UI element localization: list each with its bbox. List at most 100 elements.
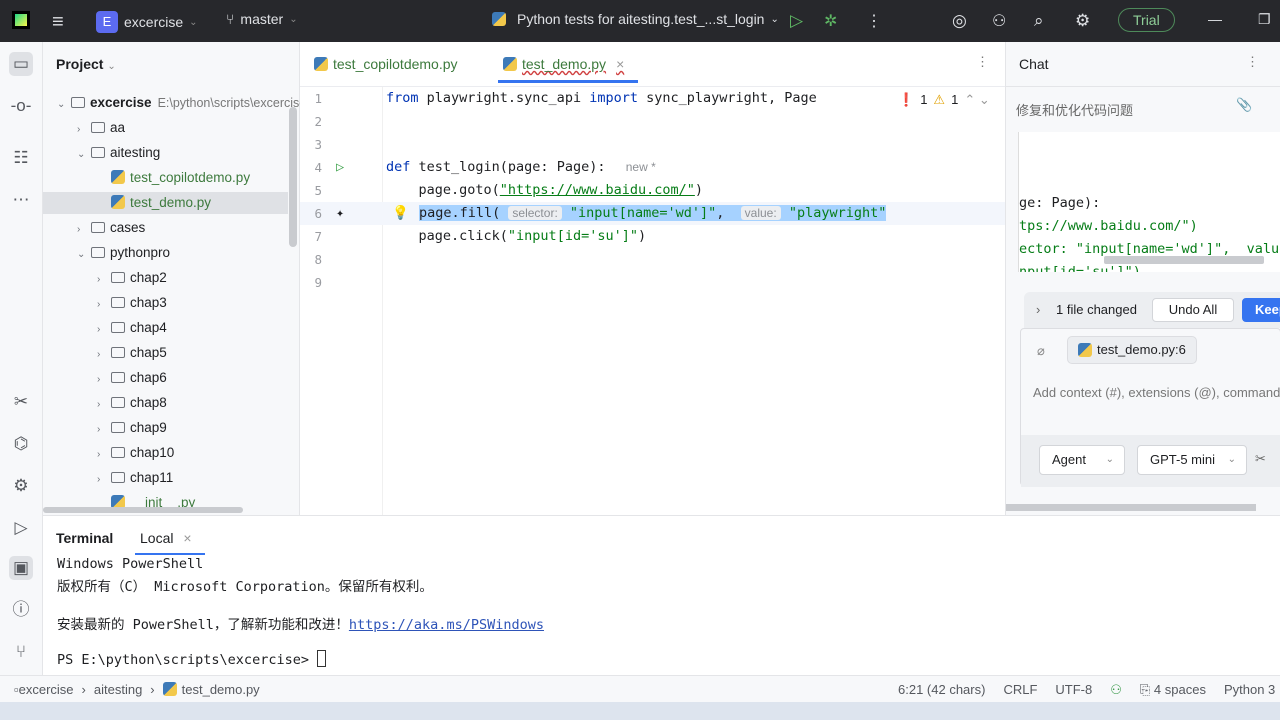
bulb-icon[interactable]: 💡 (392, 202, 409, 225)
tree-item[interactable]: › chap8 (43, 392, 288, 414)
code-line[interactable]: 2 (300, 110, 1005, 133)
minimize-button[interactable]: — (1208, 11, 1222, 27)
project-selector[interactable]: Eexcercise ⌄ (96, 11, 198, 33)
mode-select[interactable]: Agent ⌄ (1039, 445, 1125, 475)
paperclip-icon[interactable]: ⌀ (1037, 343, 1045, 359)
chevron-icon[interactable]: › (97, 419, 111, 441)
preview-scrollbar[interactable] (1104, 256, 1264, 264)
code-line[interactable]: 7 page.click("input[id='su']") (300, 225, 1005, 248)
interpreter[interactable]: Python 3 (1224, 682, 1275, 698)
chevron-icon[interactable]: › (97, 269, 111, 291)
chevron-icon[interactable]: › (77, 119, 91, 141)
tree-item[interactable]: › chap4 (43, 317, 288, 339)
structure-icon[interactable]: ☷ (9, 146, 33, 170)
chevron-icon[interactable]: › (97, 394, 111, 416)
chevron-icon[interactable]: › (97, 369, 111, 391)
attach-icon[interactable]: 📎 (1236, 97, 1252, 113)
trial-button[interactable]: Trial (1118, 8, 1175, 32)
tools-icon[interactable]: ✂ (1255, 451, 1266, 467)
chat-input-box[interactable]: ⌀ test_demo.py:6 Add context (#), extens… (1020, 328, 1280, 487)
tree-item[interactable]: test_copilotdemo.py (43, 167, 288, 189)
tree-item[interactable]: › chap2 (43, 267, 288, 289)
tree-item[interactable]: test_demo.py (43, 192, 288, 214)
chevron-icon[interactable]: ⌄ (77, 144, 91, 166)
ai-assistant-icon[interactable]: ◎ (952, 11, 967, 31)
close-icon[interactable]: × (183, 530, 191, 546)
terminal-link[interactable]: https://aka.ms/PSWindows (349, 617, 544, 633)
tree-scrollbar[interactable] (289, 107, 297, 247)
chevron-icon[interactable]: ⌄ (57, 94, 71, 116)
problems-icon[interactable]: ⓘ (9, 598, 33, 622)
chevron-icon[interactable]: › (97, 294, 111, 316)
expand-icon[interactable]: › (1036, 302, 1040, 317)
chevron-icon[interactable]: › (97, 319, 111, 341)
ai-sparkle-icon[interactable]: ✦ (336, 202, 344, 225)
code-line[interactable]: 4 ▷ def test_login(page: Page): new * (300, 156, 1005, 179)
keep-button[interactable]: Keep (1242, 298, 1280, 322)
tree-item[interactable]: › chap11 (43, 467, 288, 489)
tree-item[interactable]: › chap10 (43, 442, 288, 464)
code-line[interactable]: 3 (300, 133, 1005, 156)
files-changed-label[interactable]: 1 file changed (1056, 302, 1137, 317)
more-tools-icon[interactable]: ⋯ (9, 188, 33, 212)
close-icon[interactable]: × (616, 56, 624, 72)
code-line[interactable]: 1 from playwright.sync_api import sync_pl… (300, 87, 1005, 110)
terminal-prompt[interactable]: PS E:\python\scripts\excercise> (57, 650, 327, 668)
tab-test-demo[interactable]: test_demo.py × (503, 56, 624, 72)
tree-item[interactable]: › chap3 (43, 292, 288, 314)
context-file-chip[interactable]: test_demo.py:6 (1067, 336, 1197, 364)
chevron-icon[interactable]: › (97, 469, 111, 491)
file-encoding[interactable]: UTF-8 (1055, 682, 1092, 698)
run-gutter-icon[interactable]: ▷ (336, 156, 344, 179)
code-line[interactable]: 5 page.goto("https://www.baidu.com/") (300, 179, 1005, 202)
code-line-current[interactable]: 6 ✦ 💡 page.fill( selector: "input[name='wd'… (300, 202, 1005, 225)
build-tools-icon[interactable]: ✂ (9, 390, 33, 414)
chevron-icon[interactable]: ⌄ (77, 244, 91, 266)
tree-item[interactable]: › chap5 (43, 342, 288, 364)
tree-hscrollbar[interactable] (43, 507, 243, 513)
chevron-icon[interactable]: › (97, 344, 111, 366)
main-menu-icon[interactable]: ≡ (52, 11, 64, 34)
more-icon[interactable]: ⋮ (866, 11, 882, 31)
tree-item[interactable]: › chap6 (43, 367, 288, 389)
add-user-icon[interactable]: ⚇ (992, 11, 1006, 31)
indent-setting[interactable]: ⎘ 4 spaces (1140, 682, 1206, 698)
tree-item[interactable]: ⌄ aitesting (43, 142, 288, 164)
restore-button[interactable]: ❐ (1258, 11, 1271, 28)
tab-local[interactable]: Local × (140, 530, 192, 546)
run-config-selector[interactable]: Python tests for aitesting.test_...st_lo… (492, 11, 779, 27)
chevron-icon[interactable]: › (77, 219, 91, 241)
vcs-status-icon[interactable]: ⚇ (1110, 682, 1122, 698)
tree-item[interactable]: › aa (43, 117, 288, 139)
code-line[interactable]: 8 (300, 248, 1005, 271)
run-tool-icon[interactable]: ▷ (9, 516, 33, 540)
chat-input-placeholder[interactable]: Add context (#), extensions (@), command… (1033, 385, 1280, 400)
code-line[interactable]: 9 (300, 271, 1005, 294)
branch-selector[interactable]: ⑂ master ⌄ (226, 11, 298, 27)
run-icon[interactable]: ▷ (790, 11, 803, 31)
undo-all-button[interactable]: Undo All (1152, 298, 1234, 322)
crumb[interactable]: aitesting (94, 682, 142, 697)
tab-test-copilotdemo[interactable]: test_copilotdemo.py (314, 56, 458, 72)
chevron-icon[interactable]: › (97, 444, 111, 466)
search-icon[interactable]: ⌕ (1034, 11, 1044, 31)
settings-icon[interactable]: ⚙ (1075, 11, 1090, 31)
project-panel-title[interactable]: Project ⌄ (56, 56, 116, 72)
crumb[interactable]: test_demo.py (162, 682, 260, 697)
services-icon[interactable]: ⚙ (9, 474, 33, 498)
debug-icon[interactable]: ✲ (824, 11, 837, 31)
python-console-icon[interactable]: ⌬ (9, 432, 33, 456)
git-icon[interactable]: ⑂ (9, 640, 33, 664)
cursor-position[interactable]: 6:21 (42 chars) (898, 682, 985, 698)
commit-icon[interactable]: -o- (9, 94, 33, 118)
model-select[interactable]: GPT-5 mini ⌄ (1137, 445, 1247, 475)
tree-item[interactable]: › chap9 (43, 417, 288, 439)
line-separator[interactable]: CRLF (1003, 682, 1037, 698)
crumb[interactable]: ▫excercise (14, 682, 74, 697)
folder-icon[interactable]: ▭ (9, 52, 33, 76)
tree-item[interactable]: ⌄ pythonpro (43, 242, 288, 264)
terminal-icon[interactable]: ▣ (9, 556, 33, 580)
tree-item[interactable]: ⌄ excercise E:\python\scripts\excercise (43, 92, 306, 116)
editor-more-icon[interactable]: ⋮ (976, 54, 989, 70)
chat-more-icon[interactable]: ⋮ (1246, 54, 1259, 70)
